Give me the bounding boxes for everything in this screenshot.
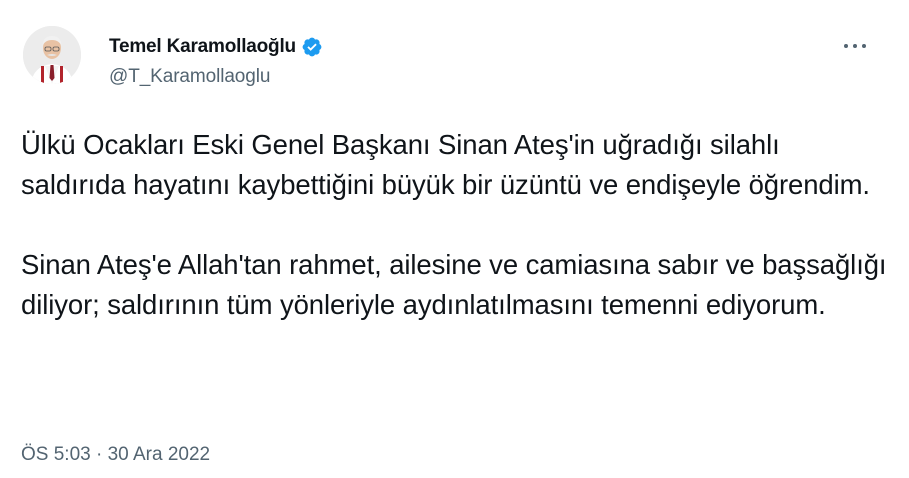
meta-separator: · [96,444,103,465]
tweet-date[interactable]: 30 Ara 2022 [108,444,210,465]
author-display-name[interactable]: Temel Karamollaoğlu [109,36,296,58]
tweet-timestamp: ÖS 5:03 · 30 Ara 2022 [21,444,210,466]
tweet-paragraph-1: Ülkü Ocakları Eski Genel Başkanı Sinan A… [21,129,870,200]
tweet-text: Ülkü Ocakları Eski Genel Başkanı Sinan A… [21,125,889,325]
author-handle[interactable]: @T_Karamollaoglu [109,66,270,88]
verified-badge-icon [301,36,323,58]
author-name-row: Temel Karamollaoğlu [109,36,323,58]
avatar[interactable] [23,26,81,84]
more-options-icon [844,44,866,48]
tweet-time[interactable]: ÖS 5:03 [21,444,91,465]
tweet-card: Temel Karamollaoğlu @T_Karamollaoglu Ülk… [0,0,909,478]
tweet-paragraph-2: Sinan Ateş'e Allah'tan rahmet, ailesine … [21,249,887,320]
more-options-button[interactable] [840,34,870,58]
avatar-image [23,26,81,84]
